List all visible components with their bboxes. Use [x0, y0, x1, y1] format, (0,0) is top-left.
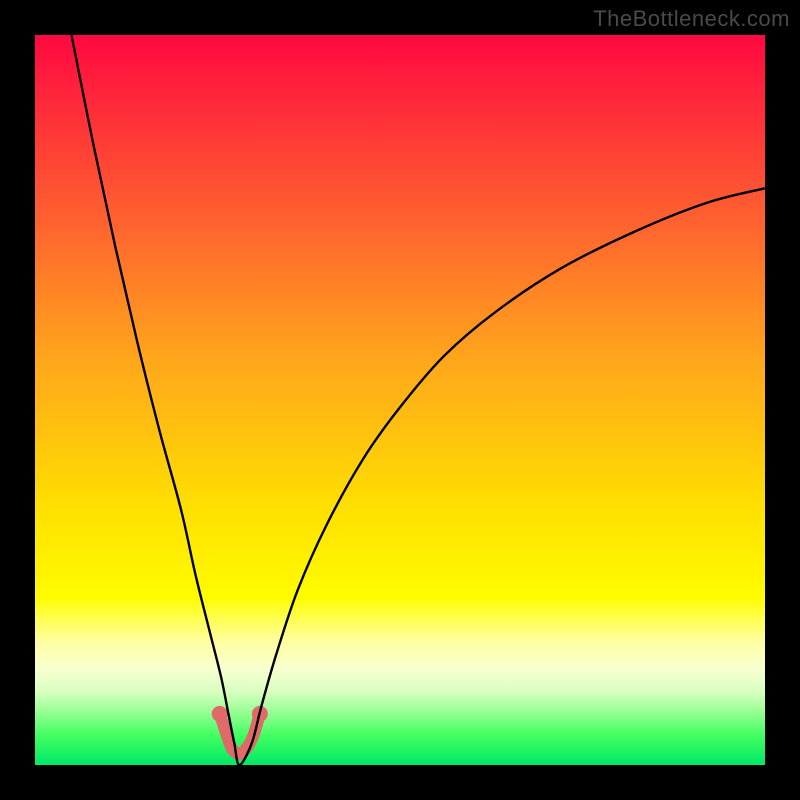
plot-area — [35, 35, 765, 765]
watermark-text: TheBottleneck.com — [593, 6, 790, 32]
chart-frame: TheBottleneck.com — [0, 0, 800, 800]
valley-end-dot — [212, 706, 228, 722]
bottleneck-curve — [72, 35, 766, 765]
curve-layer — [35, 35, 765, 765]
